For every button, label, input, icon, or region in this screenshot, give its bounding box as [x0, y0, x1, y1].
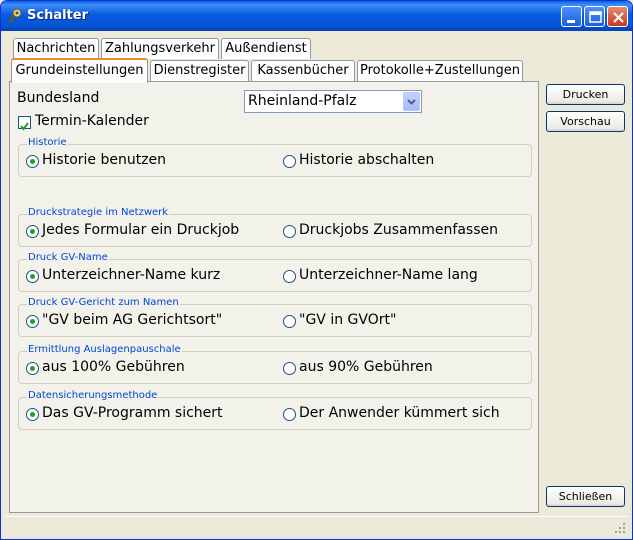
historie-benutzen-radio[interactable] — [26, 155, 39, 168]
dropdown-arrow-button[interactable] — [403, 92, 420, 111]
radio-label: Das GV-Programm sichert — [42, 405, 223, 421]
tab-zahlungsverkehr[interactable]: Zahlungsverkehr — [101, 38, 219, 59]
minimize-icon — [567, 20, 575, 23]
jedes-formular-radio[interactable] — [26, 225, 39, 238]
window-title: Schalter — [27, 8, 88, 23]
minimize-button[interactable] — [561, 6, 582, 27]
aus-90-radio[interactable] — [283, 362, 296, 375]
grundeinstellungen-panel: Bundesland Rheinland-Pfalz Termin-Kalend… — [9, 81, 539, 513]
radio-label: Historie abschalten — [299, 152, 435, 168]
bundesland-label: Bundesland — [17, 90, 100, 106]
radio-label: Der Anwender kümmert sich — [299, 405, 500, 421]
tab-dienstregister[interactable]: Dienstregister — [150, 60, 249, 81]
bundesland-value: Rheinland-Pfalz — [248, 93, 357, 109]
gv-programm-sichert-radio[interactable] — [26, 408, 39, 421]
group-title: Druck GV-Name — [27, 252, 109, 263]
tab-kassenbuecher[interactable]: Kassenbücher — [251, 60, 355, 81]
group-title: Ermittlung Auslagenpauschale — [27, 344, 182, 355]
druckstrategie-group: Druckstrategie im Netzwerk Jedes Formula… — [18, 207, 532, 247]
radio-label: Jedes Formular ein Druckjob — [42, 222, 240, 238]
checkmark-icon — [20, 122, 29, 131]
group-title: Historie — [27, 137, 68, 148]
auslagenpauschale-group: Ermittlung Auslagenpauschale aus 100% Ge… — [18, 344, 532, 384]
schliessen-button[interactable]: Schließen — [546, 486, 625, 507]
radio-label: Unterzeichner-Name lang — [299, 267, 478, 283]
close-window-button[interactable] — [607, 6, 628, 27]
radio-label: Unterzeichner-Name kurz — [42, 267, 221, 283]
maximize-button[interactable] — [584, 6, 605, 27]
tab-grundeinstellungen[interactable]: Grundeinstellungen — [11, 58, 148, 83]
gv-in-gvort-radio[interactable] — [283, 315, 296, 328]
termin-kalender-label: Termin-Kalender — [35, 113, 149, 129]
historie-group: Historie Historie benutzen Historie absc… — [18, 137, 532, 177]
group-title: Datensicherungsmethode — [27, 390, 159, 401]
close-icon — [613, 12, 624, 23]
schalter-window: Schalter Nachrichten Zahlungsverkehr Auß… — [0, 0, 633, 540]
group-title: Druckstrategie im Netzwerk — [27, 207, 170, 218]
radio-label: "GV beim AG Gerichtsort" — [42, 312, 223, 328]
key-icon — [8, 8, 22, 24]
gv-beim-ag-radio[interactable] — [26, 315, 39, 328]
title-bar[interactable]: Schalter — [1, 1, 632, 31]
druck-gv-gericht-group: Druck GV-Gericht zum Namen "GV beim AG G… — [18, 297, 532, 337]
datensicherung-group: Datensicherungsmethode Das GV-Programm s… — [18, 390, 532, 430]
group-title: Druck GV-Gericht zum Namen — [27, 297, 180, 308]
tab-aussendienst[interactable]: Außendienst — [221, 38, 311, 59]
chevron-down-icon — [407, 99, 416, 105]
historie-abschalten-radio[interactable] — [283, 155, 296, 168]
radio-label: aus 90% Gebühren — [299, 359, 433, 375]
name-lang-radio[interactable] — [283, 270, 296, 283]
radio-label: Historie benutzen — [42, 152, 167, 168]
radio-label: aus 100% Gebühren — [42, 359, 185, 375]
name-kurz-radio[interactable] — [26, 270, 39, 283]
maximize-icon — [589, 11, 602, 23]
termin-kalender-checkbox[interactable] — [18, 116, 31, 131]
resize-grip-icon[interactable] — [614, 522, 626, 534]
status-bar — [5, 516, 628, 536]
tab-protokolle-zustellungen[interactable]: Protokolle+Zustellungen — [357, 60, 523, 81]
druckjobs-zusammenfassen-radio[interactable] — [283, 225, 296, 238]
druck-gv-name-group: Druck GV-Name Unterzeichner-Name kurz Un… — [18, 252, 532, 292]
tab-nachrichten[interactable]: Nachrichten — [13, 38, 99, 59]
vorschau-button[interactable]: Vorschau — [546, 111, 625, 132]
anwender-kuemmert-radio[interactable] — [283, 408, 296, 421]
radio-label: "GV in GVOrt" — [299, 312, 397, 328]
aus-100-radio[interactable] — [26, 362, 39, 375]
radio-label: Druckjobs Zusammenfassen — [299, 222, 498, 238]
drucken-button[interactable]: Drucken — [546, 84, 625, 105]
bundesland-select[interactable]: Rheinland-Pfalz — [244, 90, 422, 113]
